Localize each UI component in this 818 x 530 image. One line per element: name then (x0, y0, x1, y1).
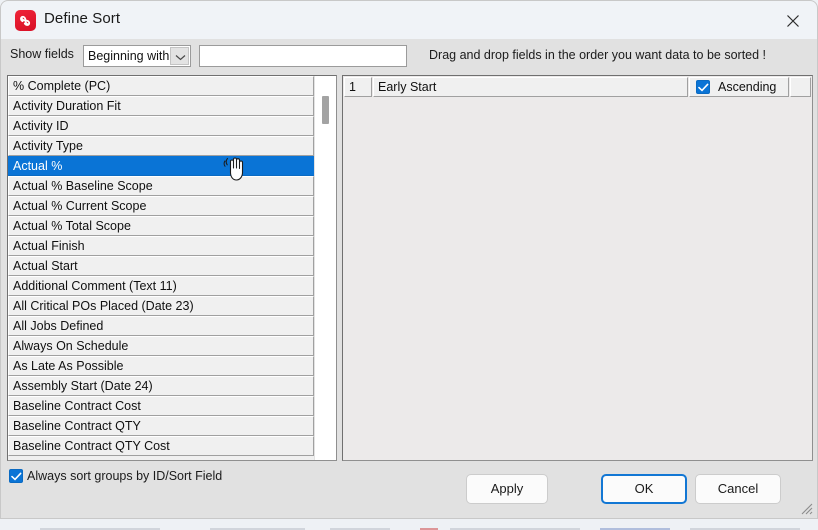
list-item-label: Activity Type (13, 139, 83, 153)
table-row[interactable]: 1 Early Start Ascending (344, 77, 811, 97)
list-item-label: Baseline Contract Cost (13, 399, 141, 413)
always-sort-groups-label: Always sort groups by ID/Sort Field (27, 469, 223, 483)
list-item-label: Actual Start (13, 259, 78, 273)
list-item-label: % Complete (PC) (13, 79, 111, 93)
list-item-label: Actual Finish (13, 239, 85, 253)
list-item[interactable]: Actual % (8, 156, 314, 176)
list-item-label: Baseline Contract QTY Cost (13, 439, 170, 453)
list-item-label: Actual % Total Scope (13, 219, 131, 233)
available-fields-list[interactable]: % Complete (PC) Activity Duration Fit Acti… (7, 75, 337, 461)
list-item[interactable]: Baseline Contract QTY Cost (8, 436, 314, 456)
ascending-checkbox[interactable] (696, 80, 710, 94)
title-bar: Define Sort (1, 1, 817, 39)
list-item-label: All Critical POs Placed (Date 23) (13, 299, 194, 313)
field-search-input[interactable] (200, 46, 406, 66)
close-icon[interactable] (771, 1, 817, 38)
list-item[interactable]: Actual Start (8, 256, 314, 276)
list-item[interactable]: Always On Schedule (8, 336, 314, 356)
list-item-label: Always On Schedule (13, 339, 129, 353)
list-item[interactable]: Activity ID (8, 116, 314, 136)
list-item[interactable]: Actual Finish (8, 236, 314, 256)
list-item-label: All Jobs Defined (13, 319, 104, 333)
window-title: Define Sort (44, 10, 121, 27)
list-item[interactable]: Actual % Total Scope (8, 216, 314, 236)
cancel-button[interactable]: Cancel (695, 474, 781, 504)
list-item-label: Activity Duration Fit (13, 99, 121, 113)
list-item-label: Baseline Contract QTY (13, 419, 141, 433)
always-sort-groups-checkbox[interactable] (9, 469, 23, 483)
sort-row-spacer (790, 77, 811, 97)
dialog-footer: Always sort groups by ID/Sort Field Appl… (1, 463, 817, 518)
list-item-label: Actual % Baseline Scope (13, 179, 153, 193)
list-item[interactable]: All Critical POs Placed (Date 23) (8, 296, 314, 316)
list-item-label: Actual % (13, 159, 63, 173)
ascending-label: Ascending (718, 80, 777, 94)
sort-row-direction[interactable]: Ascending (689, 77, 789, 97)
ok-button[interactable]: OK (601, 474, 687, 504)
list-item[interactable]: Actual % Baseline Scope (8, 176, 314, 196)
scrollbar-thumb[interactable] (322, 96, 329, 124)
list-item-label: Additional Comment (Text 11) (13, 279, 177, 293)
show-fields-mode-select[interactable]: Beginning with (83, 45, 191, 67)
available-fields-scrollbar[interactable] (314, 76, 336, 460)
list-item[interactable]: Assembly Start (Date 24) (8, 376, 314, 396)
apply-button[interactable]: Apply (466, 474, 548, 504)
field-search-input-wrap[interactable] (199, 45, 407, 67)
list-item[interactable]: Additional Comment (Text 11) (8, 276, 314, 296)
list-item-label: Activity ID (13, 119, 69, 133)
list-item[interactable]: Baseline Contract Cost (8, 396, 314, 416)
drag-drop-hint: Drag and drop fields in the order you wa… (429, 48, 767, 62)
list-item-label: Assembly Start (Date 24) (13, 379, 153, 393)
spiral-logo-icon (15, 10, 36, 31)
list-item[interactable]: Actual % Current Scope (8, 196, 314, 216)
list-item[interactable]: Activity Duration Fit (8, 96, 314, 116)
sort-row-field[interactable]: Early Start (373, 77, 688, 97)
chevron-down-icon[interactable] (170, 47, 189, 65)
list-item[interactable]: As Late As Possible (8, 356, 314, 376)
list-item[interactable]: % Complete (PC) (8, 76, 314, 96)
show-fields-label: Show fields (10, 47, 74, 61)
list-item[interactable]: All Jobs Defined (8, 316, 314, 336)
list-item-label: As Late As Possible (13, 359, 124, 373)
list-item-label: Actual % Current Scope (13, 199, 147, 213)
sort-order-panel[interactable]: 1 Early Start Ascending (342, 75, 813, 461)
define-sort-dialog: Define Sort Show fields Beginning with D… (0, 0, 818, 519)
show-fields-mode-value: Beginning with (88, 49, 170, 63)
background-sliver (0, 519, 818, 530)
list-item[interactable]: Baseline Contract QTY (8, 416, 314, 436)
sort-row-order: 1 (344, 77, 372, 97)
resize-grip-icon[interactable] (800, 502, 813, 515)
list-item[interactable]: Activity Type (8, 136, 314, 156)
available-fields-items: % Complete (PC) Activity Duration Fit Acti… (8, 76, 314, 456)
